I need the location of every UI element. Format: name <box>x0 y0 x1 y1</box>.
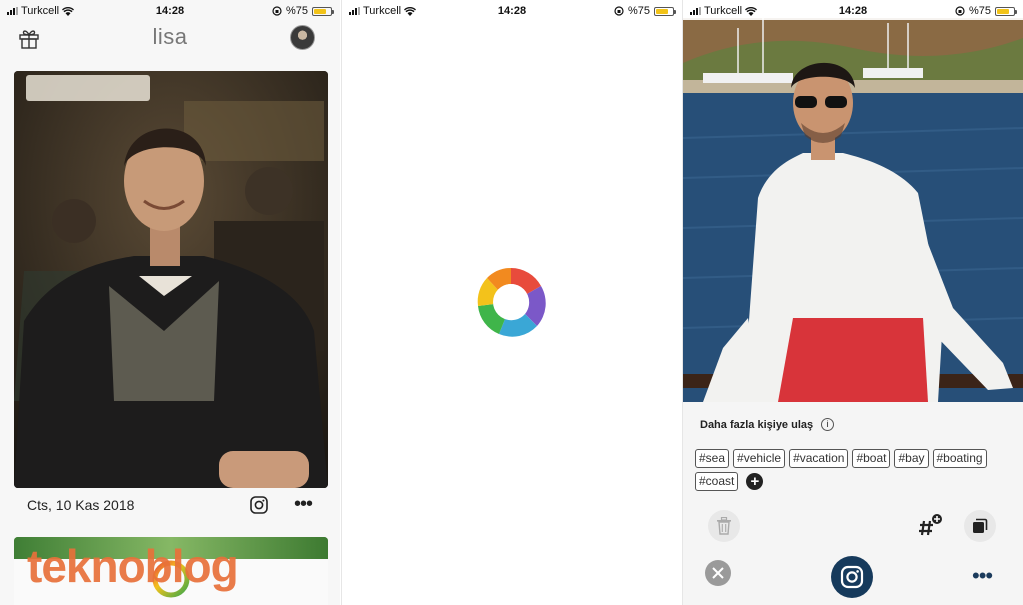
close-icon <box>712 567 724 579</box>
copy-button[interactable] <box>964 510 996 542</box>
hashtag-list: #sea #vehicle #vacation #boat #bay #boat… <box>695 449 1015 491</box>
hashtag-chip[interactable]: #bay <box>894 449 929 468</box>
profile-avatar[interactable] <box>290 25 315 50</box>
status-bar: Turkcell 14:28 %75 <box>342 0 682 22</box>
detail-photo-image <box>683 18 1023 402</box>
battery-percent: %75 <box>285 5 308 17</box>
delete-button[interactable] <box>708 510 740 542</box>
battery-percent: %75 <box>627 5 650 17</box>
status-right: %75 <box>272 5 334 17</box>
battery-icon <box>312 6 334 16</box>
hashtag-chip[interactable]: #boating <box>932 449 987 468</box>
watermark: teknoblog <box>27 540 239 592</box>
battery-icon <box>995 6 1017 16</box>
trash-icon <box>717 517 731 535</box>
hashtag-chip[interactable]: #vehicle <box>733 449 786 468</box>
orientation-lock-icon <box>955 6 965 16</box>
add-hashtag-button[interactable]: + <box>746 473 764 490</box>
battery-icon <box>654 6 676 16</box>
post-photo-image <box>14 71 328 488</box>
orientation-lock-icon <box>614 6 624 16</box>
status-right: %75 <box>614 5 676 17</box>
hashtag-plus-icon <box>919 514 942 536</box>
hashtag-chip[interactable]: #coast <box>695 472 739 491</box>
battery-percent: %75 <box>968 5 991 17</box>
detail-photo[interactable] <box>683 18 1023 402</box>
feed-screen: Turkcell 14:28 %75 lisa Cts, 10 Kas 2018… <box>0 0 340 605</box>
detail-screen: Turkcell 14:28 %75 Daha fazla kişiye ula… <box>683 0 1023 605</box>
reach-label: Daha fazla kişiye ulaş <box>700 418 814 431</box>
hashtag-chip[interactable]: #sea <box>695 449 730 468</box>
page-title: lisa <box>152 24 188 49</box>
copy-icon <box>973 518 988 533</box>
battery-fill <box>997 8 1009 14</box>
add-hashtags-button[interactable] <box>914 510 946 542</box>
rainbow-loading-ring-icon <box>477 268 546 337</box>
info-icon[interactable]: i <box>821 418 835 431</box>
battery-fill <box>656 8 668 14</box>
hashtag-chip[interactable]: #vacation <box>789 449 849 468</box>
hashtag-chip[interactable]: #boat <box>852 449 891 468</box>
post-photo[interactable] <box>14 71 328 488</box>
status-bar: Turkcell 14:28 %75 <box>683 0 1023 20</box>
close-button[interactable] <box>705 560 731 586</box>
instagram-icon[interactable] <box>250 496 268 514</box>
post-date: Cts, 10 Kas 2018 <box>27 497 135 513</box>
instagram-icon <box>840 565 864 589</box>
status-bar: Turkcell 14:28 %75 <box>0 0 340 22</box>
more-options-button[interactable]: ••• <box>972 563 993 589</box>
share-instagram-button[interactable] <box>831 556 873 598</box>
status-right: %75 <box>955 5 1017 17</box>
post-footer: Cts, 10 Kas 2018 ••• <box>14 488 328 522</box>
post-more-button[interactable]: ••• <box>294 493 313 516</box>
loading-screen: Turkcell 14:28 %75 <box>342 0 682 605</box>
battery-fill <box>314 8 326 14</box>
reach-more-people[interactable]: Daha fazla kişiye ulaş i <box>700 418 835 431</box>
orientation-lock-icon <box>272 6 282 16</box>
feed-header: lisa <box>0 22 340 62</box>
